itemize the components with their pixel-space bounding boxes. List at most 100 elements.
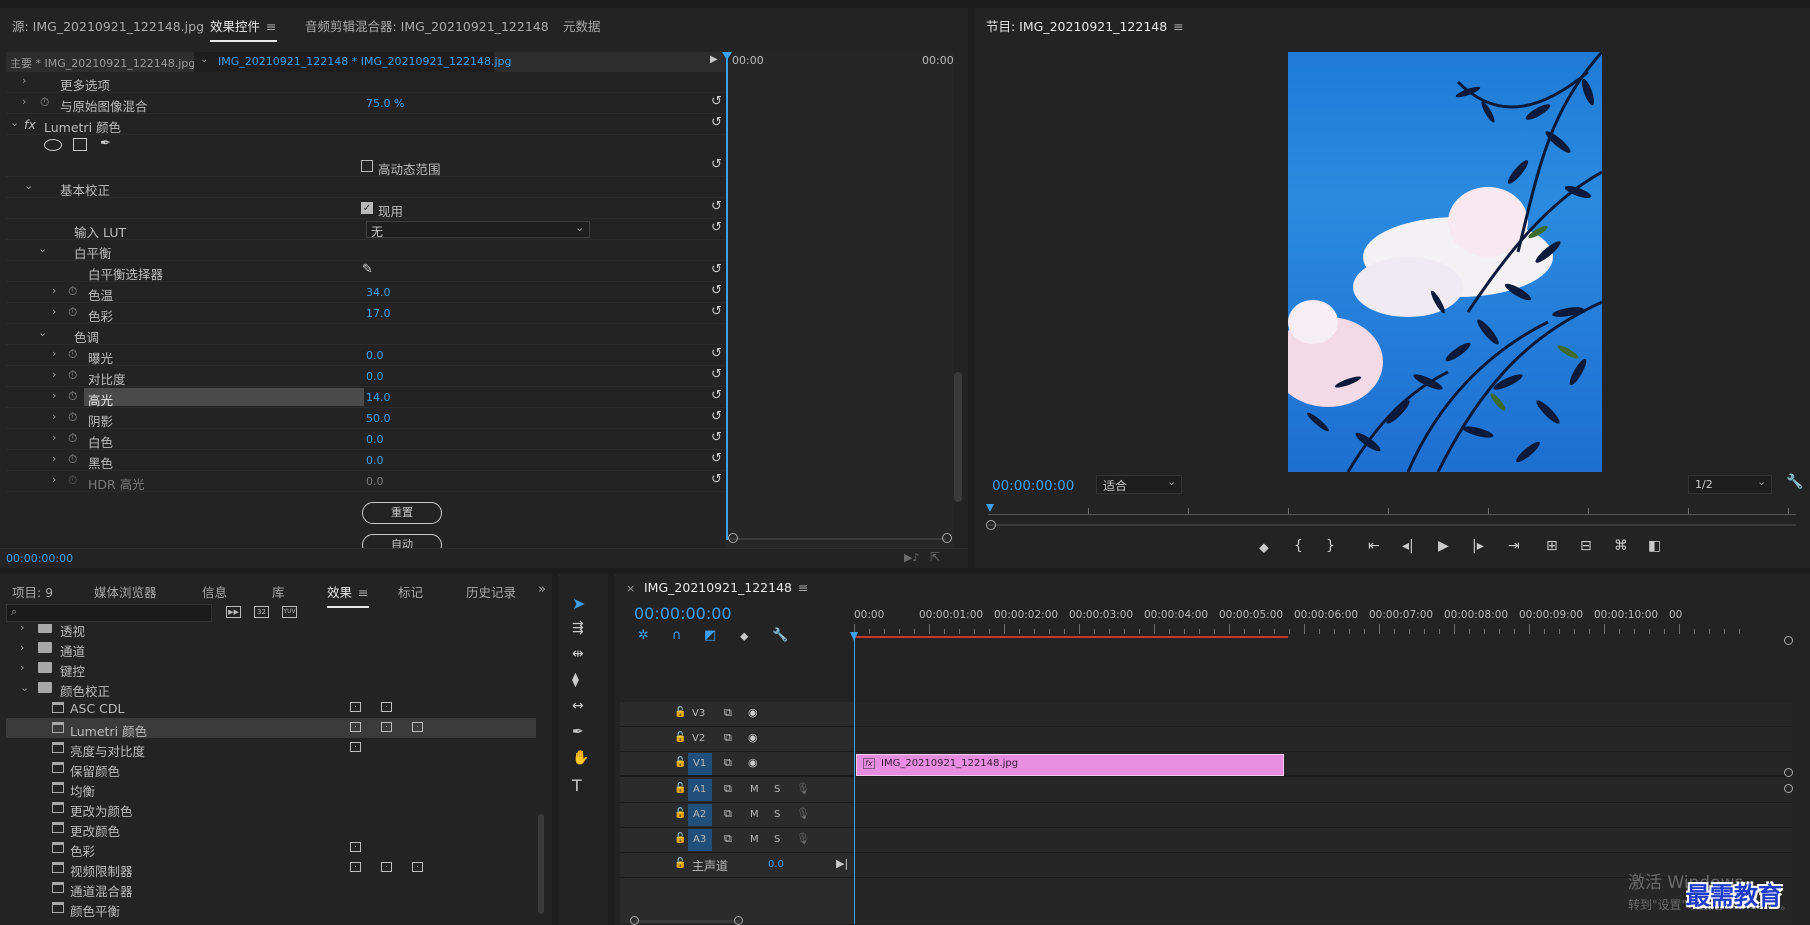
sync-lock-icon[interactable]: ⧉ [724, 756, 732, 770]
horizontal-zoom-handle-right[interactable] [734, 916, 743, 925]
solo-button[interactable]: S [774, 834, 780, 845]
go-to-end-icon[interactable]: ▶| [836, 857, 848, 870]
step-forward-icon[interactable]: |▸ [1472, 538, 1484, 554]
tab-history[interactable]: 历史记录 [466, 582, 516, 601]
effects-search[interactable]: ⌕ [6, 604, 212, 622]
solo-button[interactable]: S [774, 809, 780, 820]
effects-item[interactable]: Lumetri 颜色 · · · [6, 718, 536, 739]
track-v2-label[interactable]: V2 [692, 733, 705, 744]
row-tone[interactable]: ⌄ 色调 [6, 324, 726, 345]
program-video-frame[interactable] [1288, 52, 1602, 472]
mute-button[interactable]: M [750, 809, 759, 820]
stopwatch-icon[interactable]: ⏱ [68, 452, 77, 467]
highlights-value[interactable]: 14.0 [366, 391, 391, 404]
hdr-checkbox[interactable] [361, 160, 373, 172]
panel-menu-icon[interactable]: ≡ [798, 580, 808, 595]
master-track-value[interactable]: 0.0 [768, 859, 784, 870]
panel-menu-icon[interactable]: ≡ [266, 19, 276, 34]
reset-icon[interactable]: ↺ [711, 115, 722, 130]
microphone-icon[interactable]: 🎙 [796, 782, 810, 795]
program-playhead[interactable] [986, 504, 994, 512]
type-tool-icon[interactable]: T [572, 776, 582, 795]
go-to-out-icon[interactable]: ⇥ [1508, 538, 1520, 554]
track-select-tool-icon[interactable]: ⇶ [572, 620, 584, 636]
tab-effect-controls[interactable]: 效果控件 ≡ [210, 16, 277, 42]
yuv-effects-icon[interactable]: YUV [282, 606, 297, 618]
chevron-right-icon[interactable]: › [52, 305, 56, 318]
timeline-timecode[interactable]: 00:00:00:00 [634, 604, 732, 623]
pen-tool-icon[interactable]: ✒ [572, 724, 584, 740]
reset-icon[interactable]: ↺ [711, 220, 722, 235]
enable-checkbox[interactable]: ✓ [361, 202, 373, 214]
compare-view-icon[interactable]: ◧ [1648, 538, 1661, 554]
track-v3-label[interactable]: V3 [692, 708, 705, 719]
chevron-down-icon[interactable]: ⌄ [24, 179, 33, 192]
contrast-value[interactable]: 0.0 [366, 370, 384, 383]
ec-playhead[interactable] [726, 52, 728, 540]
reset-icon[interactable]: ↺ [711, 94, 722, 109]
ec-master-label[interactable]: 主要 * IMG_20210921_122148.jpg [10, 55, 195, 71]
effects-folder[interactable]: ⌄ 颜色校正 [6, 678, 536, 699]
accelerated-effects-icon[interactable]: ▶▶ [226, 606, 241, 618]
effects-item[interactable]: 均衡 [6, 778, 536, 799]
mark-out-icon[interactable]: } [1326, 538, 1335, 554]
export-frame-icon[interactable]: ⌘ [1614, 538, 1628, 554]
ec-clip-selector[interactable]: ⌄ IMG_20210921_122148 * IMG_20210921_122… [194, 52, 512, 72]
track-v1-label[interactable]: V1 [693, 758, 706, 769]
nest-icon[interactable]: ◩ [704, 628, 716, 643]
video-zoom-handle-bottom[interactable] [1784, 768, 1793, 777]
effects-item[interactable]: 更改颜色 [6, 818, 536, 839]
lock-icon[interactable]: 🔓 [674, 858, 686, 869]
stopwatch-icon[interactable]: ⏱ [68, 368, 77, 383]
horizontal-zoom-handle-left[interactable] [630, 916, 639, 925]
filter-keyframes-icon[interactable]: ▶♪ [904, 551, 919, 564]
track-a2-label[interactable]: A2 [693, 809, 706, 820]
ec-hscroll-left-handle[interactable] [728, 533, 738, 543]
chevron-down-icon[interactable]: ⌄ [20, 681, 29, 694]
ec-hscroll[interactable] [730, 538, 946, 540]
reset-icon[interactable]: ↺ [711, 157, 722, 172]
reset-icon[interactable]: ↺ [711, 472, 722, 487]
tab-audio-mixer[interactable]: 音频剪辑混合器: IMG_20210921_122148 [305, 16, 549, 35]
linked-selection-icon[interactable]: ∩ [672, 628, 682, 643]
program-zoom-bar[interactable] [988, 524, 1796, 526]
tint-value[interactable]: 17.0 [366, 307, 391, 320]
effects-item[interactable]: 更改为颜色 [6, 798, 536, 819]
wrench-icon[interactable]: 🔧 [772, 628, 788, 643]
selection-tool-icon[interactable]: ➤ [572, 594, 585, 613]
timeline-close-icon[interactable]: × [626, 582, 635, 595]
ellipse-mask-icon[interactable] [44, 139, 62, 151]
program-timecode[interactable]: 00:00:00:00 [992, 478, 1074, 494]
effects-scrollbar[interactable] [538, 814, 544, 914]
reset-icon[interactable]: ↺ [711, 451, 722, 466]
hand-tool-icon[interactable]: ✋ [572, 750, 589, 766]
solo-button[interactable]: S [774, 784, 780, 795]
eye-icon[interactable]: ◉ [748, 731, 758, 744]
chevron-right-icon[interactable]: › [20, 624, 24, 634]
fit-select[interactable]: 适合 ⌄ [1096, 475, 1182, 494]
reset-icon[interactable]: ↺ [711, 199, 722, 214]
blacks-value[interactable]: 0.0 [366, 454, 384, 467]
reset-icon[interactable]: ↺ [711, 304, 722, 319]
effects-item[interactable]: 色彩 · [6, 838, 536, 859]
tab-source[interactable]: 源: IMG_20210921_122148.jpg [12, 16, 204, 35]
effects-item[interactable]: 视频限制器 · · · [6, 858, 536, 879]
mute-button[interactable]: M [750, 784, 759, 795]
stopwatch-icon[interactable]: ⏱ [68, 305, 77, 320]
chevron-right-icon[interactable]: › [22, 95, 26, 108]
effects-folder[interactable]: › 透视 [6, 624, 536, 639]
effects-item[interactable]: 颜色平衡 [6, 898, 536, 919]
reset-icon[interactable]: ↺ [711, 346, 722, 361]
row-white-balance[interactable]: ⌄ 白平衡 [6, 240, 726, 261]
32bit-effects-icon[interactable]: 32 [254, 606, 269, 618]
eyedropper-icon[interactable]: ✎ [362, 262, 373, 277]
tab-effects[interactable]: 效果 ≡ [327, 582, 369, 608]
resolution-select[interactable]: 1/2 ⌄ [1688, 475, 1772, 494]
ripple-edit-tool-icon[interactable]: ⇹ [572, 646, 584, 662]
shadows-value[interactable]: 50.0 [366, 412, 391, 425]
sync-lock-icon[interactable]: ⧉ [724, 782, 732, 796]
stopwatch-icon[interactable]: ⏱ [68, 410, 77, 425]
tab-info[interactable]: 信息 [202, 582, 227, 601]
sync-lock-icon[interactable]: ⧉ [724, 807, 732, 821]
work-area-bar[interactable] [854, 636, 1288, 638]
